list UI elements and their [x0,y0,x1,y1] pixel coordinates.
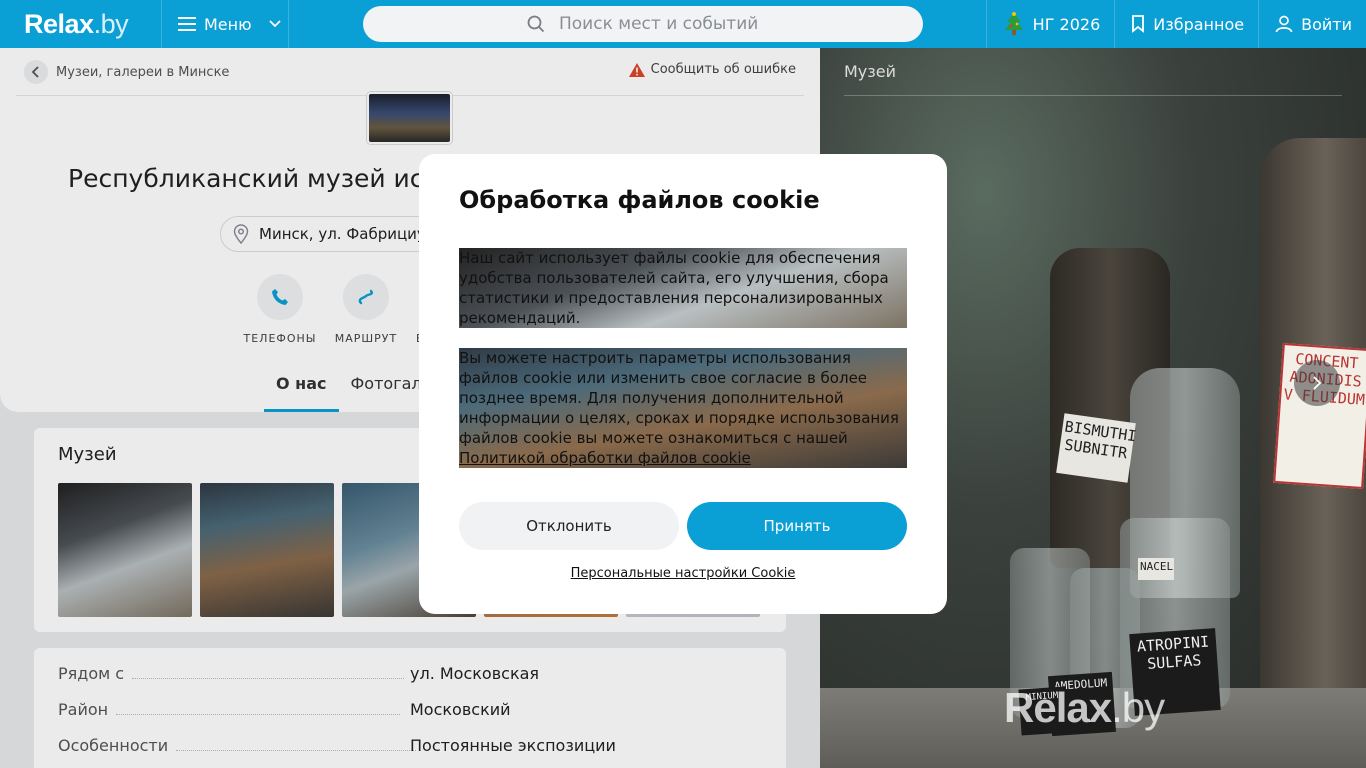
chevron-right-icon [1313,376,1322,390]
cookie-title: Обработка файлов cookie [459,186,820,214]
menu-button[interactable]: Меню [162,0,289,48]
logo-text: Relax [24,8,94,39]
personal-settings-link-wrap: Персональные настройки Cookie [459,566,907,581]
search-input[interactable] [559,14,859,34]
accept-button[interactable]: Принять [687,502,907,550]
bottle-label: NACEL [1138,558,1174,580]
divider [844,95,1342,96]
christmas-tree-icon [1004,12,1023,35]
logo-suffix: .by [93,8,129,39]
bottle-label: BISMUTHI SUBNITR [1056,413,1137,483]
cookie-policy-link[interactable]: Политикой обработки файлов cookie [459,449,751,467]
photo-category: Музей [844,62,897,81]
bookmark-icon [1132,15,1145,33]
new-year-label: НГ 2026 [1032,14,1101,34]
watermark-text: Relax [1004,684,1112,731]
hamburger-icon [178,17,196,31]
login-label: Войти [1301,14,1352,34]
cookie-text-2: Вы можете настроить параметры использова… [459,348,907,468]
cookie-settings-link[interactable]: Персональные настройки Cookie [571,566,796,581]
search-bar[interactable] [363,6,923,42]
cookie-dialog: Обработка файлов cookie Наш сайт использ… [419,154,947,614]
next-photo-button[interactable] [1294,360,1340,406]
decline-button[interactable]: Отклонить [459,502,679,550]
login-link[interactable]: Войти [1258,0,1366,48]
header-right: НГ 2026 Избранное Войти [985,0,1366,48]
new-year-link[interactable]: НГ 2026 [985,0,1115,48]
watermark-logo: Relax.by [1004,684,1165,732]
user-icon [1275,15,1293,33]
search-icon [527,15,545,33]
menu-label: Меню [204,14,252,34]
cookie-text-1: Наш сайт использует файлы cookie для обе… [459,248,907,328]
site-logo[interactable]: Relax .by [0,0,162,48]
favorites-label: Избранное [1153,14,1245,34]
top-header: Relax.by Меню НГ 2026 Избранное Войти [0,0,1366,48]
watermark-suffix: .by [1111,684,1165,731]
cookie-text-2-body: Вы можете настроить параметры использова… [459,349,899,447]
cookie-buttons: Отклонить Принять [459,502,907,550]
favorites-link[interactable]: Избранное [1114,0,1258,48]
chevron-down-icon [268,20,281,28]
